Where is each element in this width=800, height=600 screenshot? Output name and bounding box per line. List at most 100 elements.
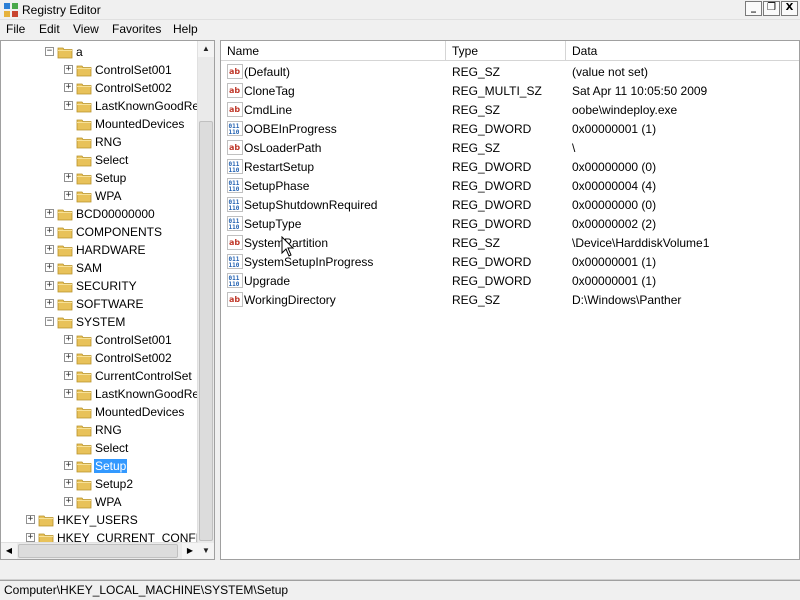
- collapse-icon[interactable]: −: [45, 47, 54, 56]
- expand-icon[interactable]: +: [64, 83, 73, 92]
- menu-favorites[interactable]: Favorites: [112, 22, 161, 36]
- scroll-up-arrow-icon[interactable]: ▲: [198, 41, 214, 57]
- tree-item[interactable]: + HKEY_USERS: [1, 511, 198, 529]
- scroll-left-arrow-icon[interactable]: ◀: [1, 543, 17, 559]
- expand-icon[interactable]: +: [45, 299, 54, 308]
- value-row[interactable]: 011 110 SetupShutdownRequired REG_DWORD 0x00…: [221, 195, 799, 214]
- menu-edit[interactable]: Edit: [39, 22, 60, 36]
- tree-item[interactable]: + Setup2: [1, 475, 198, 493]
- tree-item[interactable]: + LastKnownGoodRe: [1, 97, 198, 115]
- value-row[interactable]: 011 110 SystemSetupInProgress REG_DWORD 0x00…: [221, 252, 799, 271]
- expand-icon[interactable]: +: [64, 389, 73, 398]
- registry-editor-app-icon: [4, 3, 18, 17]
- key-tree[interactable]: − a + ControlSet001 + ControlSet002 + LastKnown…: [1, 41, 198, 559]
- tree-item[interactable]: + CurrentControlSet: [1, 367, 198, 385]
- restore-button[interactable]: ❐: [763, 1, 780, 16]
- expand-icon[interactable]: +: [64, 479, 73, 488]
- tree-item[interactable]: + BCD00000000: [1, 205, 198, 223]
- expand-icon[interactable]: +: [64, 101, 73, 110]
- tree-item[interactable]: + ControlSet002: [1, 79, 198, 97]
- value-row[interactable]: 011 110 SetupType REG_DWORD 0x00000002 (2): [221, 214, 799, 233]
- expand-icon[interactable]: +: [64, 335, 73, 344]
- tree-item[interactable]: + SECURITY: [1, 277, 198, 295]
- collapse-icon[interactable]: −: [45, 317, 54, 326]
- value-row[interactable]: 011 110 Upgrade REG_DWORD 0x00000001 (1): [221, 271, 799, 290]
- tree-item[interactable]: Select: [1, 151, 198, 169]
- expand-icon[interactable]: +: [45, 263, 54, 272]
- tree-item[interactable]: + HARDWARE: [1, 241, 198, 259]
- value-row[interactable]: 011 110 SetupPhase REG_DWORD 0x00000004 (4): [221, 176, 799, 195]
- folder-icon: [76, 386, 92, 402]
- value-data: D:\Windows\Panther: [572, 293, 682, 307]
- close-button[interactable]: X: [781, 1, 798, 16]
- expand-icon[interactable]: +: [26, 515, 35, 524]
- value-row[interactable]: 011 110 OOBEInProgress REG_DWORD 0x00000001 …: [221, 119, 799, 138]
- expand-icon[interactable]: +: [64, 65, 73, 74]
- scroll-down-arrow-icon[interactable]: ▼: [198, 543, 214, 559]
- title-bar[interactable]: Registry Editor _ ❐ X: [0, 0, 800, 20]
- tree-item-label: LastKnownGoodRe: [95, 99, 198, 113]
- tree-vscroll-thumb[interactable]: [199, 121, 213, 541]
- expand-icon[interactable]: +: [64, 173, 73, 182]
- expand-icon[interactable]: +: [45, 245, 54, 254]
- tree-item[interactable]: + LastKnownGoodRe: [1, 385, 198, 403]
- tree-horizontal-scrollbar[interactable]: ◀ ▶: [1, 542, 198, 559]
- value-type: REG_DWORD: [452, 198, 532, 212]
- tree-item[interactable]: + Setup: [1, 169, 198, 187]
- value-row[interactable]: ab CloneTag REG_MULTI_SZ Sat Apr 11 10:05:5…: [221, 81, 799, 100]
- menu-view[interactable]: View: [73, 22, 99, 36]
- string-value-icon: ab: [227, 83, 243, 98]
- value-name: WorkingDirectory: [244, 293, 336, 307]
- menu-file[interactable]: File: [6, 22, 25, 36]
- expand-icon[interactable]: +: [64, 497, 73, 506]
- tree-item-label: ControlSet002: [95, 351, 172, 365]
- tree-item[interactable]: + WPA: [1, 493, 198, 511]
- tree-item[interactable]: + ControlSet001: [1, 61, 198, 79]
- tree-item[interactable]: + SOFTWARE: [1, 295, 198, 313]
- tree-item[interactable]: MountedDevices: [1, 403, 198, 421]
- tree-item[interactable]: MountedDevices: [1, 115, 198, 133]
- value-row[interactable]: ab CmdLine REG_SZ oobe\windeploy.exe: [221, 100, 799, 119]
- scroll-right-arrow-icon[interactable]: ▶: [182, 543, 198, 559]
- tree-vertical-scrollbar[interactable]: ▲ ▼: [197, 41, 214, 559]
- value-name: (Default): [244, 65, 291, 79]
- list-header: Name Type Data: [221, 41, 799, 61]
- value-row[interactable]: 011 110 RestartSetup REG_DWORD 0x00000000 (0…: [221, 157, 799, 176]
- expand-icon[interactable]: +: [64, 461, 73, 470]
- tree-item[interactable]: RNG: [1, 421, 198, 439]
- expand-icon[interactable]: +: [26, 533, 35, 542]
- tree-item[interactable]: + ControlSet002: [1, 349, 198, 367]
- tree-item[interactable]: RNG: [1, 133, 198, 151]
- column-header-name[interactable]: Name: [221, 41, 446, 61]
- string-value-icon: ab: [227, 292, 243, 307]
- expand-icon[interactable]: +: [64, 191, 73, 200]
- tree-hscroll-thumb[interactable]: [18, 544, 178, 558]
- value-row[interactable]: ab (Default) REG_SZ (value not set): [221, 62, 799, 81]
- expand-icon[interactable]: +: [64, 371, 73, 380]
- value-row[interactable]: abSystemPartitionREG_SZ\Device\HarddiskV…: [221, 233, 799, 252]
- tree-item[interactable]: − SYSTEM: [1, 313, 198, 331]
- value-row[interactable]: ab WorkingDirectory REG_SZ D:\Windows\Panth…: [221, 290, 799, 309]
- expand-icon[interactable]: +: [45, 227, 54, 236]
- expand-icon[interactable]: +: [45, 209, 54, 218]
- column-header-type[interactable]: Type: [446, 41, 566, 61]
- tree-item[interactable]: + COMPONENTS: [1, 223, 198, 241]
- tree-item[interactable]: − a: [1, 43, 198, 61]
- binary-value-icon: 011 110: [227, 178, 243, 193]
- expand-icon[interactable]: +: [64, 353, 73, 362]
- tree-item[interactable]: + WPA: [1, 187, 198, 205]
- folder-icon: [76, 170, 92, 186]
- tree-item[interactable]: Select: [1, 439, 198, 457]
- folder-icon: [76, 152, 92, 168]
- tree-item[interactable]: + SAM: [1, 259, 198, 277]
- column-header-data[interactable]: Data: [566, 41, 799, 61]
- minimize-button[interactable]: _: [745, 1, 762, 16]
- values-list-pane[interactable]: Name Type Data ab (Default) REG_SZ (value n…: [220, 40, 800, 560]
- tree-item[interactable]: + ControlSet001: [1, 331, 198, 349]
- tree-item-label: Setup: [94, 459, 128, 473]
- menu-help[interactable]: Help: [173, 22, 198, 36]
- tree-item[interactable]: + Setup: [1, 457, 198, 475]
- value-row[interactable]: ab OsLoaderPath REG_SZ \: [221, 138, 799, 157]
- key-tree-pane[interactable]: − a + ControlSet001 + ControlSet002 + LastKnown…: [0, 40, 215, 560]
- expand-icon[interactable]: +: [45, 281, 54, 290]
